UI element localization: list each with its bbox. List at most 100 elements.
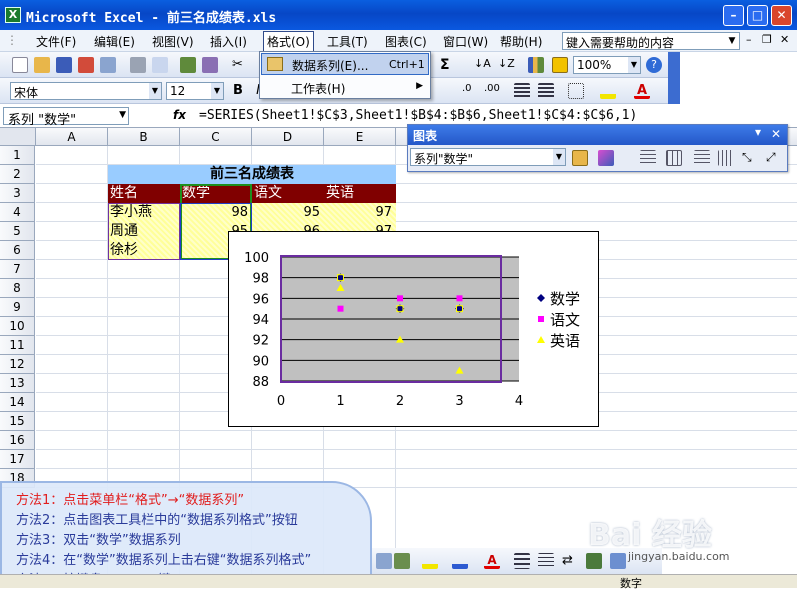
- menu-item-data-series[interactable]: 数据系列(E)... Ctrl+1: [261, 53, 429, 75]
- format-data-series-icon[interactable]: [572, 150, 588, 166]
- chart-objects-select[interactable]: 系列"数学" ▼: [410, 148, 566, 166]
- menu-help[interactable]: 帮助(H): [500, 33, 542, 50]
- font-select[interactable]: 宋体 ▼: [10, 82, 162, 100]
- close-icon[interactable]: ✕: [771, 127, 781, 141]
- formula-input[interactable]: =SERIES(Sheet1!$C$3,Sheet1!$B$4:$B$6,She…: [199, 108, 637, 123]
- row-header[interactable]: 15: [0, 412, 35, 431]
- by-row-icon[interactable]: [694, 150, 710, 166]
- legend-icon[interactable]: [640, 150, 656, 166]
- row-header[interactable]: 8: [0, 279, 35, 298]
- chevron-down-icon[interactable]: ▼: [119, 110, 126, 120]
- menu-file[interactable]: 文件(F): [36, 33, 76, 50]
- autosum-icon[interactable]: Σ: [440, 57, 456, 73]
- zoom-select[interactable]: 100% ▼: [573, 56, 641, 74]
- menu-tools[interactable]: 工具(T): [327, 33, 368, 50]
- row-header[interactable]: 3: [0, 184, 35, 203]
- column-header[interactable]: E: [324, 128, 396, 146]
- toolbar-options-icon[interactable]: [668, 52, 680, 104]
- help-search-input[interactable]: 键入需要帮助的内容 ▼: [562, 32, 740, 50]
- header-english[interactable]: 英语: [326, 184, 396, 203]
- increase-indent-icon[interactable]: [538, 83, 554, 99]
- row-header[interactable]: 11: [0, 336, 35, 355]
- scatter-chart[interactable]: 100 98 96 94 92 90 88 0 1 2 3 4 数学语文英语: [229, 232, 598, 426]
- dash-style-icon[interactable]: [538, 553, 554, 569]
- row-header[interactable]: 12: [0, 355, 35, 374]
- toolbar-options-icon[interactable]: ▾: [755, 125, 761, 139]
- row-header[interactable]: 16: [0, 431, 35, 450]
- header-chinese[interactable]: 语文: [254, 184, 324, 203]
- decrease-decimal-icon[interactable]: .00: [484, 83, 500, 99]
- close-button[interactable]: ✕: [771, 5, 792, 26]
- bold-icon[interactable]: B: [230, 83, 246, 99]
- column-header[interactable]: B: [108, 128, 180, 146]
- chart-toolbar-header[interactable]: 图表 ▾ ✕: [408, 125, 787, 145]
- print-preview-icon[interactable]: [152, 57, 168, 73]
- cut-icon[interactable]: ✂: [232, 57, 248, 73]
- row-header[interactable]: 6: [0, 241, 35, 260]
- row-header[interactable]: 7: [0, 260, 35, 279]
- row-header[interactable]: 1: [0, 146, 35, 165]
- name-box[interactable]: 系列 "数学" ▼: [3, 107, 129, 128]
- menu-item-worksheet[interactable]: 工作表(H) ▶: [261, 77, 429, 99]
- chart-area[interactable]: 100 98 96 94 92 90 88 0 1 2 3 4 数学 语文 英语: [228, 231, 599, 427]
- save-icon[interactable]: [56, 57, 72, 73]
- column-header[interactable]: C: [180, 128, 252, 146]
- maximize-button[interactable]: □: [747, 5, 768, 26]
- row-header[interactable]: 4: [0, 203, 35, 222]
- email-icon[interactable]: [100, 57, 116, 73]
- data-table-icon[interactable]: [666, 150, 682, 166]
- permission-icon[interactable]: [78, 57, 94, 73]
- menu-window[interactable]: 窗口(W): [443, 33, 488, 50]
- menu-edit[interactable]: 编辑(E): [94, 33, 135, 50]
- font-size-select[interactable]: 12 ▼: [166, 82, 224, 100]
- minimize-button[interactable]: –: [723, 5, 744, 26]
- drawing-icon[interactable]: [552, 57, 568, 73]
- select-all-corner[interactable]: [0, 128, 36, 146]
- doc-restore-button[interactable]: ❐: [762, 33, 772, 46]
- borders-icon[interactable]: [568, 83, 584, 99]
- insert-picture-icon[interactable]: [394, 553, 410, 569]
- font-color-icon[interactable]: A: [634, 83, 650, 99]
- column-header[interactable]: D: [252, 128, 324, 146]
- row-header[interactable]: 9: [0, 298, 35, 317]
- new-icon[interactable]: [12, 57, 28, 73]
- row-header[interactable]: 2: [0, 165, 35, 184]
- font-color-icon[interactable]: A: [484, 553, 500, 569]
- row-header[interactable]: 14: [0, 393, 35, 412]
- research-icon[interactable]: [202, 57, 218, 73]
- sort-ascending-icon[interactable]: ↓A: [474, 57, 491, 73]
- header-name[interactable]: 姓名: [110, 184, 180, 203]
- menu-view[interactable]: 视图(V): [152, 33, 194, 50]
- menu-insert[interactable]: 插入(I): [210, 33, 247, 50]
- score-cell[interactable]: 97: [326, 203, 392, 222]
- row-header[interactable]: 17: [0, 450, 35, 469]
- sort-descending-icon[interactable]: ↓Z: [498, 57, 515, 73]
- fill-color-icon[interactable]: [422, 553, 438, 569]
- menu-chart[interactable]: 图表(C): [385, 33, 427, 50]
- chevron-down-icon[interactable]: ▼: [725, 33, 739, 49]
- line-style-icon[interactable]: [514, 553, 530, 569]
- increase-decimal-icon[interactable]: .0: [462, 83, 478, 99]
- fill-color-icon[interactable]: [600, 83, 616, 99]
- score-cell[interactable]: 95: [254, 203, 320, 222]
- print-icon[interactable]: [130, 57, 146, 73]
- doc-close-button[interactable]: ✕: [780, 33, 789, 46]
- insert-function-icon[interactable]: fx: [173, 108, 186, 122]
- line-color-icon[interactable]: [452, 553, 468, 569]
- chart-type-icon[interactable]: [598, 150, 614, 166]
- row-header[interactable]: 10: [0, 317, 35, 336]
- table-title[interactable]: 前三名成绩表: [108, 165, 396, 184]
- decrease-indent-icon[interactable]: [514, 83, 530, 99]
- angle-text-up-icon[interactable]: ⤢: [766, 150, 782, 166]
- spelling-icon[interactable]: [180, 57, 196, 73]
- arrow-style-icon[interactable]: ⇄: [562, 553, 578, 569]
- angle-text-down-icon[interactable]: ⤡: [742, 150, 758, 166]
- open-folder-icon[interactable]: [34, 57, 50, 73]
- menu-format[interactable]: 格式(O): [263, 31, 314, 52]
- diagram-icon[interactable]: [376, 553, 392, 569]
- column-header[interactable]: A: [36, 128, 108, 146]
- by-column-icon[interactable]: [718, 150, 734, 166]
- row-header[interactable]: 13: [0, 374, 35, 393]
- chart-wizard-icon[interactable]: [528, 57, 544, 73]
- row-header[interactable]: 5: [0, 222, 35, 241]
